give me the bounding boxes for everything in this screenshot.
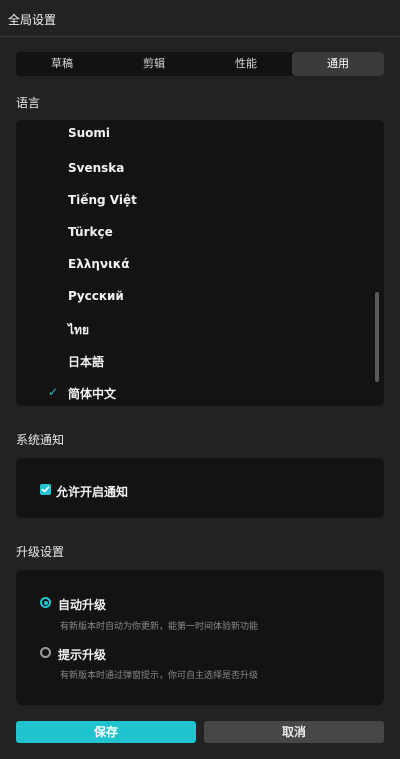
prompt-upgrade-label[interactable]: 提示升级 — [58, 646, 106, 663]
prompt-upgrade-radio[interactable] — [40, 647, 51, 658]
window-title: 全局设置 — [8, 13, 57, 27]
notifications-panel: 允许开启通知 — [16, 458, 384, 518]
language-scrollbar[interactable] — [375, 292, 379, 382]
tab-editing[interactable]: 剪辑 — [108, 52, 200, 76]
allow-notifications-label[interactable]: 允许开启通知 — [56, 483, 128, 500]
tab-general[interactable]: 通用 — [292, 52, 384, 76]
language-item-suomi[interactable]: Suomi — [68, 126, 110, 140]
tab-performance[interactable]: 性能 — [200, 52, 292, 76]
language-list-panel[interactable]: Suomi Svenska Tiếng Việt Türkçe Ελληνικά… — [16, 120, 384, 406]
language-item-thai[interactable]: ไทย — [68, 321, 89, 340]
tab-drafts[interactable]: 草稿 — [16, 52, 108, 76]
auto-upgrade-radio[interactable] — [40, 597, 51, 608]
cancel-button[interactable]: 取消 — [204, 721, 384, 743]
auto-upgrade-label[interactable]: 自动升级 — [58, 596, 106, 613]
language-section-label: 语言 — [16, 96, 41, 110]
language-item-vietnamese[interactable]: Tiếng Việt — [68, 193, 137, 207]
prompt-upgrade-description: 有新版本时通过弹窗提示，你可自主选择是否升级 — [60, 671, 259, 681]
notifications-section-label: 系统通知 — [16, 433, 65, 447]
language-item-russian[interactable]: Русский — [68, 289, 124, 303]
language-item-turkish[interactable]: Türkçe — [68, 225, 113, 239]
check-icon: ✓ — [48, 385, 59, 399]
settings-tabs: 草稿 剪辑 性能 通用 — [16, 52, 384, 76]
upgrade-panel: 自动升级 有新版本时自动为你更新，能第一时间体验新功能 提示升级 有新版本时通过… — [16, 570, 384, 705]
save-button[interactable]: 保存 — [16, 721, 196, 743]
upgrade-section-label: 升级设置 — [16, 545, 65, 559]
checkmark-icon — [41, 486, 50, 493]
auto-upgrade-description: 有新版本时自动为你更新，能第一时间体验新功能 — [60, 622, 259, 632]
language-item-simplified-chinese[interactable]: 简体中文 — [68, 385, 116, 402]
language-item-greek[interactable]: Ελληνικά — [68, 257, 130, 271]
language-item-svenska[interactable]: Svenska — [68, 161, 124, 175]
language-item-japanese[interactable]: 日本語 — [68, 353, 104, 370]
allow-notifications-checkbox[interactable] — [40, 484, 51, 495]
title-bar: 全局设置 — [0, 0, 400, 37]
